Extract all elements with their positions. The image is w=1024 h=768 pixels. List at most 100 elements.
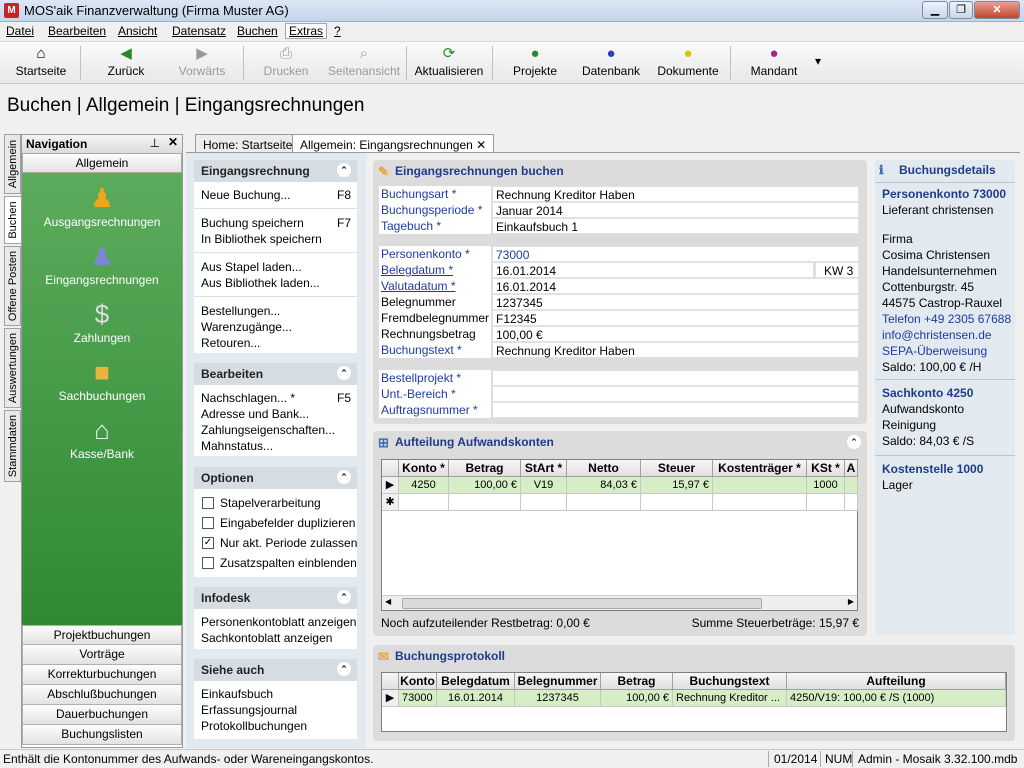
column-header[interactable]: Belegdatum: [437, 673, 515, 690]
belegnummer-input[interactable]: 1237345: [492, 294, 859, 310]
column-header[interactable]: Konto *: [399, 460, 449, 477]
tab-startseite[interactable]: Home: Startseite: [195, 134, 301, 153]
task-protokollbuchungen[interactable]: Protokollbuchungen: [201, 719, 307, 733]
menu-bearbeiten[interactable]: Bearbeiten: [48, 24, 106, 38]
new-cell[interactable]: [641, 494, 713, 511]
dokumente-button[interactable]: ● Dokumente: [654, 44, 722, 82]
cell-a[interactable]: [845, 477, 858, 494]
minimize-button[interactable]: ▁: [922, 1, 948, 19]
column-header[interactable]: Konto: [399, 673, 437, 690]
cell-kostentraeger[interactable]: [713, 477, 807, 494]
task-retouren[interactable]: Retouren...: [201, 336, 260, 350]
drucken-button[interactable]: ⎙ Drucken: [258, 44, 314, 82]
vtab-auswertungen[interactable]: Auswertungen: [4, 328, 21, 408]
scroll-thumb[interactable]: [402, 598, 762, 609]
column-header[interactable]: Steuer: [641, 460, 713, 477]
vtab-allgemein[interactable]: Allgemein: [4, 134, 21, 194]
scroll-left-icon[interactable]: ◀: [385, 597, 391, 606]
collapse-icon[interactable]: ⌃: [337, 163, 351, 177]
nav-item-eingangsrechnungen[interactable]: ♟ Eingangsrechnungen: [22, 239, 182, 287]
nav-buchungslisten[interactable]: Buchungslisten: [22, 725, 182, 745]
column-header[interactable]: StArt *: [521, 460, 567, 477]
nav-abschlussbuchungen[interactable]: Abschlußbuchungen: [22, 685, 182, 705]
new-cell[interactable]: [845, 494, 858, 511]
task-group-header[interactable]: Siehe auch ⌃: [194, 659, 357, 681]
column-header[interactable]: Belegnummer: [515, 673, 601, 690]
task-einkaufsbuch[interactable]: Einkaufsbuch: [201, 687, 273, 701]
cell-aufteilung[interactable]: 4250/V19: 100,00 € /S (1000): [787, 690, 1006, 707]
task-group-header[interactable]: Eingangsrechnung ⌃: [194, 160, 357, 182]
auftragsnummer-input[interactable]: [492, 402, 859, 418]
new-cell[interactable]: [449, 494, 521, 511]
column-header[interactable]: Buchungstext: [673, 673, 787, 690]
task-aus-bibliothek[interactable]: Aus Bibliothek laden...: [201, 276, 320, 290]
close-icon[interactable]: ✕: [168, 135, 178, 149]
collapse-icon[interactable]: ⌃: [337, 662, 351, 676]
task-in-bibliothek[interactable]: In Bibliothek speichern: [201, 232, 322, 246]
checkbox-akt-periode[interactable]: ✓: [202, 537, 214, 549]
maximize-button[interactable]: ❐: [949, 1, 973, 19]
buchungstext-input[interactable]: Rechnung Kreditor Haben: [492, 342, 859, 358]
sachkonto-link[interactable]: Sachkonto 4250: [882, 386, 973, 400]
checkbox-stapelverarbeitung[interactable]: [202, 497, 214, 509]
nav-item-zahlungen[interactable]: $ Zahlungen: [22, 297, 182, 345]
nav-projektbuchungen[interactable]: Projektbuchungen: [22, 625, 182, 645]
vtab-buchen[interactable]: Buchen: [4, 196, 21, 244]
belegdatum-input[interactable]: 16.01.2014: [492, 262, 814, 278]
collapse-icon[interactable]: ⌃: [337, 590, 351, 604]
nav-item-kasse-bank[interactable]: ⌂ Kasse/Bank: [22, 413, 182, 461]
new-cell[interactable]: [713, 494, 807, 511]
valutadatum-input[interactable]: 16.01.2014: [492, 278, 859, 294]
task-bestellungen[interactable]: Bestellungen...: [201, 304, 280, 318]
personenkonto-link[interactable]: Personenkonto 73000: [882, 187, 1006, 201]
new-cell[interactable]: [807, 494, 845, 511]
new-cell[interactable]: [567, 494, 641, 511]
email-link[interactable]: info@christensen.de: [882, 328, 992, 342]
cell-steuer[interactable]: 15,97 €: [641, 477, 713, 494]
task-aus-stapel[interactable]: Aus Stapel laden...: [201, 260, 302, 274]
task-buchung-speichern[interactable]: Buchung speichern F7: [201, 216, 351, 230]
pin-icon[interactable]: ⊥: [150, 136, 160, 150]
checkbox-eingabefelder[interactable]: [202, 517, 214, 529]
menu-extras[interactable]: Extras: [285, 23, 328, 39]
close-button[interactable]: ✕: [974, 1, 1020, 19]
task-nachschlagen[interactable]: Nachschlagen... * F5: [201, 391, 351, 405]
telefon-link[interactable]: Telefon +49 2305 67688: [882, 312, 1011, 326]
horizontal-scrollbar[interactable]: ◀ ▶: [382, 595, 857, 610]
cell-belegnummer[interactable]: 1237345: [515, 690, 601, 707]
task-zahlungseigenschaften[interactable]: Zahlungseigenschaften...: [201, 423, 335, 437]
startseite-button[interactable]: ⌂ Startseite: [8, 44, 74, 82]
buchungsart-select[interactable]: Rechnung Kreditor Haben: [492, 186, 859, 202]
scroll-right-icon[interactable]: ▶: [848, 597, 854, 606]
task-mahnstatus[interactable]: Mahnstatus...: [201, 439, 273, 453]
rechnungsbetrag-input[interactable]: 100,00 €: [492, 326, 859, 342]
aktualisieren-button[interactable]: ⟳ Aktualisieren: [412, 44, 486, 82]
cell-konto[interactable]: 73000: [399, 690, 437, 707]
menu-buchen[interactable]: Buchen: [237, 24, 278, 38]
task-erfassungsjournal[interactable]: Erfassungsjournal: [201, 703, 297, 717]
new-cell[interactable]: [399, 494, 449, 511]
column-header[interactable]: Aufteilung: [787, 673, 1006, 690]
tab-eingangsrechnungen[interactable]: Allgemein: Eingangsrechnungen ✕: [292, 134, 495, 153]
collapse-icon[interactable]: ⌃: [337, 366, 351, 380]
task-group-header[interactable]: Bearbeiten ⌃: [194, 363, 357, 385]
column-header[interactable]: Betrag: [601, 673, 673, 690]
menu-datei[interactable]: Datei: [6, 24, 34, 38]
zurueck-button[interactable]: ◀ Zurück: [96, 44, 156, 82]
cell-start[interactable]: V19: [521, 477, 567, 494]
close-tab-icon[interactable]: ✕: [476, 138, 486, 152]
menu-help[interactable]: ?: [334, 24, 341, 38]
nav-vortraege[interactable]: Vorträge: [22, 645, 182, 665]
column-header[interactable]: A: [845, 460, 858, 477]
nav-korrekturbuchungen[interactable]: Korrekturbuchungen: [22, 665, 182, 685]
cell-belegdatum[interactable]: 16.01.2014: [437, 690, 515, 707]
menu-ansicht[interactable]: Ansicht: [118, 24, 157, 38]
sepa-link[interactable]: SEPA-Überweisung: [882, 344, 987, 358]
menu-datensatz[interactable]: Datensatz: [172, 24, 226, 38]
nav-group-allgemein[interactable]: Allgemein: [22, 153, 182, 173]
task-neue-buchung[interactable]: Neue Buchung... F8: [201, 188, 351, 202]
nav-dauerbuchungen[interactable]: Dauerbuchungen: [22, 705, 182, 725]
cell-betrag[interactable]: 100,00 €: [449, 477, 521, 494]
cell-netto[interactable]: 84,03 €: [567, 477, 641, 494]
column-header[interactable]: Betrag: [449, 460, 521, 477]
